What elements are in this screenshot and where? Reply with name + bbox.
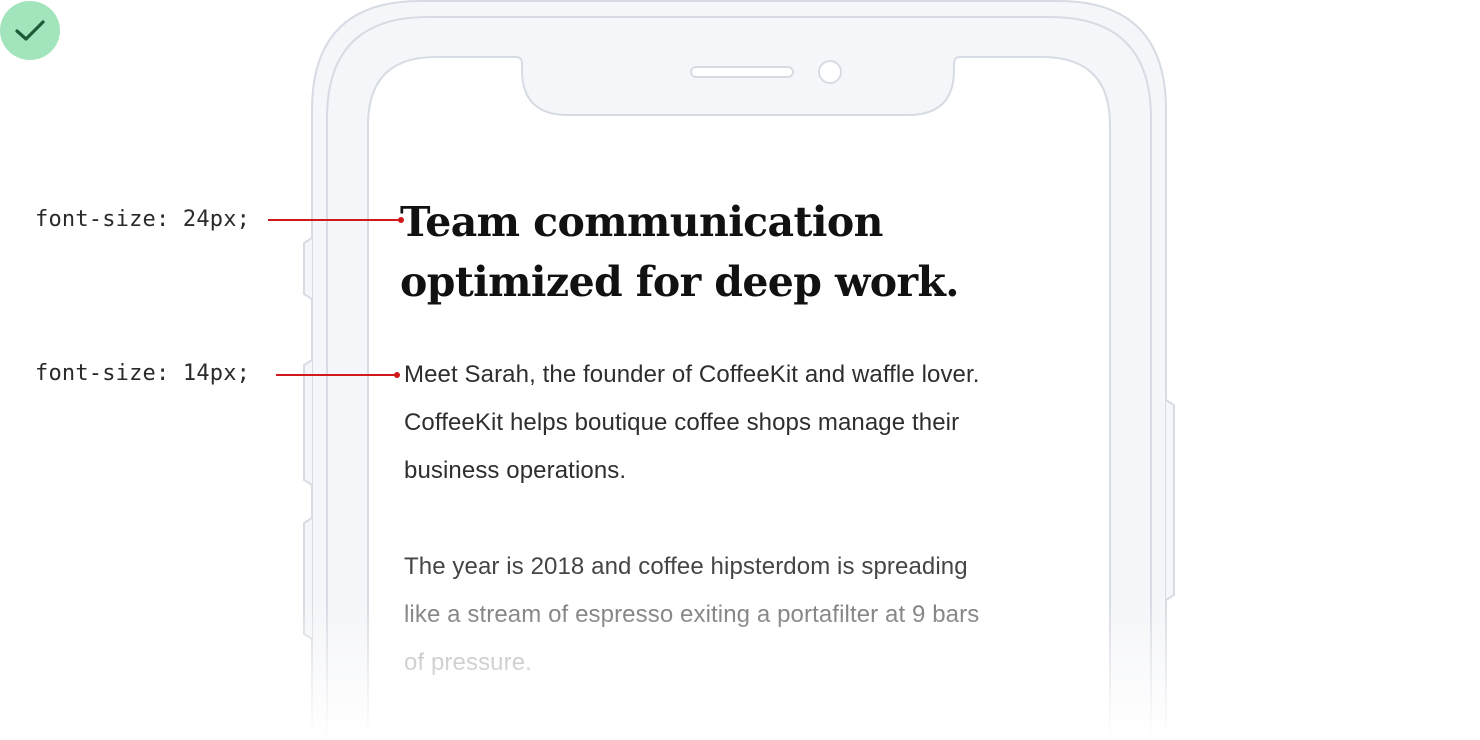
body-font-size-annotation: font-size: 14px; <box>35 361 251 386</box>
heading-font-size-annotation: font-size: 24px; <box>35 207 251 232</box>
story-paragraph: The year is 2018 and coffee hipsterdom i… <box>404 543 1104 687</box>
phone-volume-up <box>303 359 313 486</box>
speaker-grille <box>690 66 794 78</box>
headline-line: optimized for deep work. <box>400 258 960 306</box>
paragraph-line: of pressure. <box>404 649 532 676</box>
phone-power-button <box>1165 399 1175 601</box>
paragraph-line: business operations. <box>404 457 627 484</box>
paragraph-line: The year is 2018 and coffee hipsterdom i… <box>404 553 968 580</box>
paragraph-line: like a stream of espresso exiting a port… <box>404 601 980 628</box>
checkmark-icon <box>15 20 45 41</box>
body-leader-dot <box>394 372 400 378</box>
headline: Team communication optimized for deep wo… <box>400 192 1040 312</box>
phone-volume-down <box>303 517 313 640</box>
headline-line: Team communication <box>400 198 883 246</box>
paragraph-line: CoffeeKit helps boutique coffee shops ma… <box>404 409 960 436</box>
paragraph-line: Meet Sarah, the founder of CoffeeKit and… <box>404 361 980 388</box>
front-camera <box>818 60 842 84</box>
phone-mute-switch <box>303 237 313 300</box>
canvas: font-size: 24px; font-size: 14px; Team c… <box>0 0 1480 740</box>
approved-badge <box>0 1 60 60</box>
intro-paragraph: Meet Sarah, the founder of CoffeeKit and… <box>404 351 1104 495</box>
